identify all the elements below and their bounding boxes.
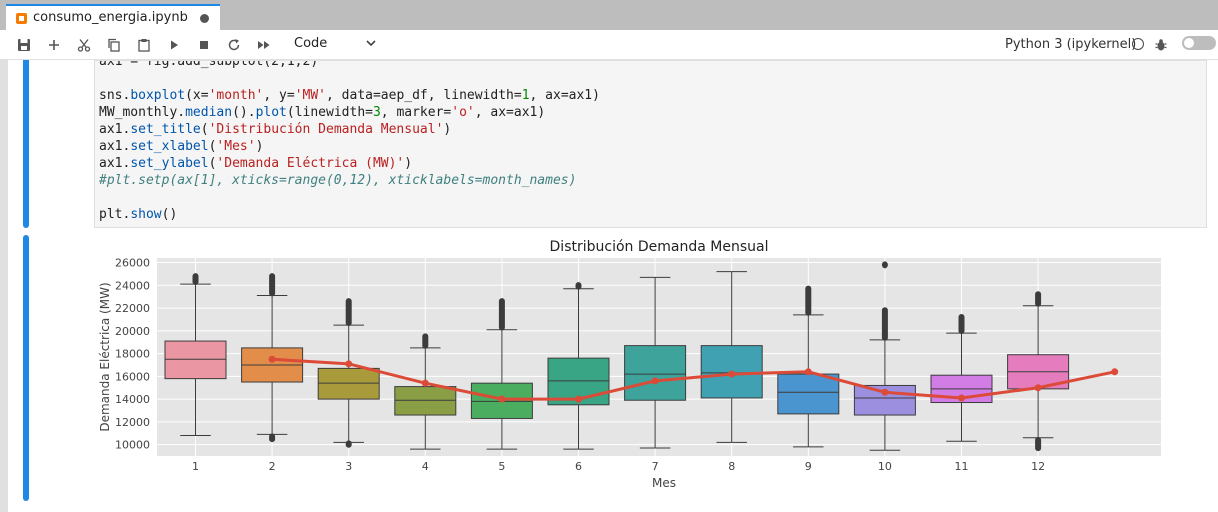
code-line: plt.show(): [99, 207, 178, 222]
chart-output: 10000 12000 14000 16000 18000 20000 22000 24000…: [98, 239, 1161, 490]
debugger-bug-icon[interactable]: [1154, 38, 1168, 52]
outliers-upper: [422, 333, 429, 349]
copy-icon[interactable]: [105, 36, 123, 54]
code-line: ax1 = fig.add_subplot(2,1,2): [99, 60, 319, 69]
unsaved-dot-icon[interactable]: [200, 14, 209, 23]
x-tick-label: 10: [878, 460, 892, 473]
y-axis-label: Demanda Eléctrica (MW): [98, 282, 112, 431]
median-point: [575, 395, 582, 403]
tab-bar: consumo_energia.ipynb: [0, 0, 1218, 30]
outliers-upper: [269, 273, 276, 297]
median-point: [881, 388, 889, 396]
debugger-toggle[interactable]: [1182, 36, 1216, 50]
outliers-upper: [881, 307, 888, 341]
tab-label: consumo_energia.ipynb: [33, 10, 188, 25]
x-tick-label: 7: [652, 460, 659, 473]
x-tick-label: 8: [728, 460, 735, 473]
box-iqr: [317, 367, 380, 400]
run-icon[interactable]: [165, 36, 183, 54]
outliers-lower: [345, 440, 352, 448]
x-axis: 1 2 3 4 5 6 7 8 9 10 11 12: [192, 460, 1045, 473]
outliers-upper: [345, 298, 352, 326]
code-line: ax1.set_title('Distribución Demanda Mens…: [99, 122, 452, 137]
x-tick-label: 9: [805, 460, 812, 473]
y-tick-label: 12000: [115, 416, 150, 429]
sidebar-rail: [0, 60, 8, 512]
median-point: [651, 377, 659, 385]
median-point: [804, 368, 812, 376]
x-tick-label: 12: [1031, 460, 1045, 473]
cell-type-select[interactable]: Code: [294, 36, 327, 51]
box-iqr: [777, 373, 840, 415]
y-tick-label: 20000: [115, 325, 150, 338]
outliers-upper: [1035, 291, 1042, 307]
x-tick-label: 3: [345, 460, 352, 473]
x-tick-label: 6: [575, 460, 582, 473]
y-tick-label: 18000: [115, 348, 150, 361]
y-axis: 10000 12000 14000 16000 18000 20000 22000 24000…: [115, 257, 150, 452]
notebook-tab[interactable]: consumo_energia.ipynb: [6, 4, 220, 30]
outliers-upper: [805, 285, 812, 316]
median-point: [498, 395, 506, 403]
outliers-upper: [958, 314, 965, 334]
y-tick-label: 24000: [115, 279, 150, 292]
box-iqr: [624, 345, 687, 401]
outlier-point: [881, 261, 888, 269]
median-point: [268, 355, 276, 363]
y-tick-label: 10000: [115, 439, 150, 452]
kernel-status-icon: [1132, 38, 1144, 50]
notebook-toolbar: Code Python 3 (ipykernel): [0, 30, 1218, 60]
median-point: [421, 379, 429, 387]
median-point: [1034, 384, 1042, 392]
stop-icon[interactable]: [195, 36, 213, 54]
code-line: MW_monthly.median().plot(linewidth=3, ma…: [99, 105, 546, 120]
save-icon[interactable]: [15, 36, 33, 54]
kernel-name[interactable]: Python 3 (ipykernel): [1005, 37, 1136, 52]
paste-icon[interactable]: [135, 36, 153, 54]
x-tick-label: 4: [422, 460, 429, 473]
median-point: [1111, 368, 1119, 376]
x-tick-label: 1: [192, 460, 199, 473]
x-axis-label: Mes: [652, 476, 676, 490]
cell-collapser-output[interactable]: [23, 235, 29, 501]
code-line: ax1.set_xlabel('Mes'): [99, 139, 264, 154]
restart-icon[interactable]: [225, 36, 243, 54]
code-cell-editor[interactable]: ax1 = fig.add_subplot(2,1,2) sns.boxplot…: [94, 60, 1207, 228]
y-tick-label: 22000: [115, 302, 150, 315]
y-tick-label: 16000: [115, 370, 150, 383]
outliers-upper: [498, 298, 505, 331]
x-tick-label: 2: [269, 460, 276, 473]
median-point: [728, 370, 736, 378]
cut-icon[interactable]: [75, 36, 93, 54]
add-cell-icon[interactable]: [45, 36, 63, 54]
chevron-down-icon[interactable]: [365, 37, 377, 49]
notebook-icon: [16, 13, 27, 24]
code-line: ax1.set_ylabel('Demanda Eléctrica (MW)'): [99, 156, 413, 171]
cell-collapser-input[interactable]: [23, 60, 29, 228]
code-line: sns.boxplot(x='month', y='MW', data=aep_…: [99, 88, 600, 103]
y-tick-label: 26000: [115, 257, 150, 270]
chart-title: Distribución Demanda Mensual: [550, 239, 769, 255]
fast-forward-icon[interactable]: [255, 36, 273, 54]
median-point: [345, 360, 353, 368]
outliers-lower: [269, 433, 276, 443]
box-iqr: [394, 386, 457, 416]
box-iqr: [164, 340, 227, 380]
code-comment: #plt.setp(ax[1], xticks=range(0,12), xti…: [99, 173, 577, 188]
x-tick-label: 5: [498, 460, 505, 473]
y-tick-label: 14000: [115, 393, 150, 406]
outliers-upper: [575, 282, 582, 290]
x-tick-label: 11: [955, 460, 969, 473]
median-point: [958, 394, 965, 402]
outliers-lower: [1035, 436, 1042, 452]
outliers-upper: [192, 273, 199, 286]
